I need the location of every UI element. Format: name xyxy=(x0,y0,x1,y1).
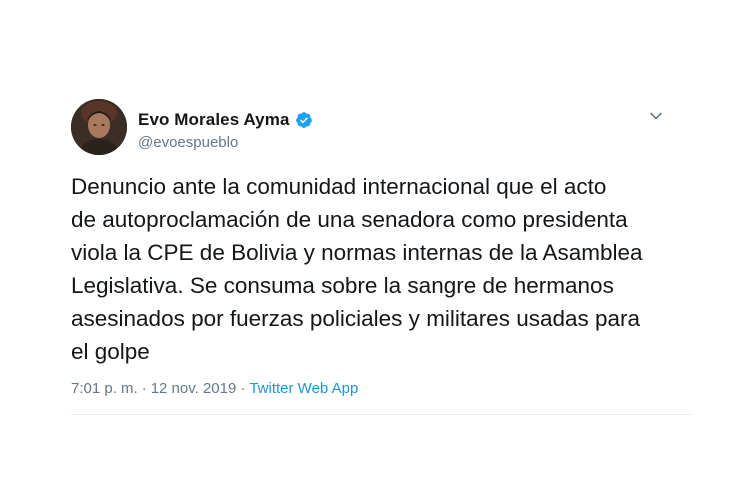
author-display-name[interactable]: Evo Morales Ayma xyxy=(138,110,290,130)
author-name-row: Evo Morales Ayma xyxy=(138,110,313,130)
tweet-time[interactable]: 7:01 p. m. xyxy=(71,380,138,397)
tweet-metadata: 7:01 p. m. · 12 nov. 2019 · Twitter Web App xyxy=(71,380,358,397)
tweet-date[interactable]: 12 nov. 2019 xyxy=(151,380,237,397)
verified-badge-icon xyxy=(295,112,312,128)
author-block: Evo Morales Ayma @evoespueblo xyxy=(138,110,313,151)
meta-separator-source: · xyxy=(240,380,246,397)
tweet-card: Evo Morales Ayma @evoespueblo Denuncio a… xyxy=(0,0,748,498)
tweet-text: Denuncio ante la comunidad internacional… xyxy=(71,174,643,364)
avatar-image xyxy=(71,99,127,155)
divider xyxy=(71,414,692,415)
chevron-down-icon[interactable] xyxy=(648,108,664,124)
author-handle[interactable]: @evoespueblo xyxy=(138,134,313,151)
meta-separator: · xyxy=(141,380,147,397)
avatar[interactable] xyxy=(71,99,127,155)
tweet-source-link[interactable]: Twitter Web App xyxy=(249,380,358,397)
